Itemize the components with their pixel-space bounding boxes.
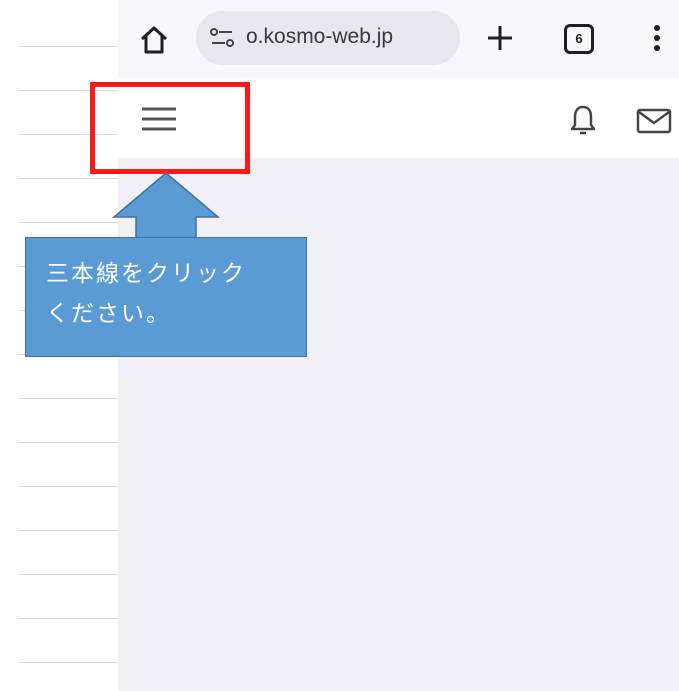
home-icon[interactable] [138, 24, 170, 56]
menu-highlight-box [90, 82, 250, 174]
more-vertical-icon[interactable] [650, 22, 664, 54]
up-arrow-callout [111, 172, 221, 240]
instruction-line-2: ください。 [46, 301, 171, 327]
plus-icon[interactable] [484, 22, 516, 54]
url-text[interactable]: o.kosmo-web.jp [246, 25, 393, 49]
page: o.kosmo-web.jp 6 三本線をクリック ください。 [0, 0, 679, 691]
instruction-callout: 三本線をクリック ください。 [25, 237, 307, 357]
site-settings-icon[interactable] [208, 26, 236, 50]
mail-icon[interactable] [636, 108, 672, 134]
bell-icon[interactable] [568, 104, 598, 136]
tab-switcher-icon[interactable]: 6 [564, 24, 594, 54]
address-bar[interactable]: o.kosmo-web.jp [196, 11, 460, 65]
instruction-line-1: 三本線をクリック [46, 261, 246, 287]
browser-toolbar: o.kosmo-web.jp 6 [118, 0, 679, 78]
instruction-text: 三本線をクリック ください。 [46, 254, 296, 334]
